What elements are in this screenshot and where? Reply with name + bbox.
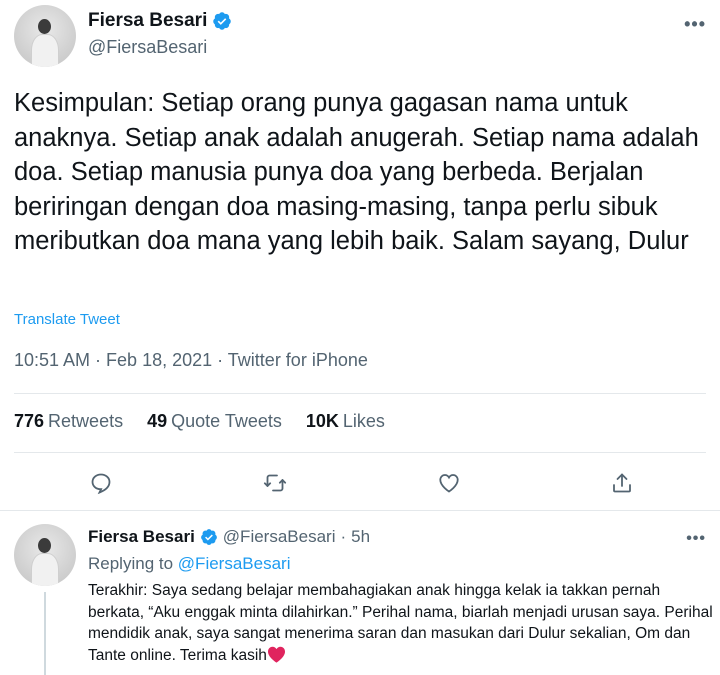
author-name[interactable]: Fiersa Besari [88,10,207,32]
replying-prefix: Replying to [88,554,174,573]
divider [14,393,706,394]
reply-author-name[interactable]: Fiersa Besari [88,527,195,547]
divider [14,452,706,453]
author-name-row: Fiersa Besari [88,10,232,32]
author-handle[interactable]: @FiersaBesari [88,37,207,58]
reply-header: Fiersa Besari @FiersaBesari · 5h [88,527,370,547]
retweets-stat[interactable]: 776 Retweets [14,411,123,432]
reply-author-avatar[interactable] [14,524,76,586]
more-options-icon[interactable]: ••• [684,14,706,35]
tweet-stats: 776 Retweets 49 Quote Tweets 10K Likes [14,411,385,432]
author-avatar[interactable] [14,5,76,67]
likes-stat[interactable]: 10K Likes [306,411,385,432]
reply-more-options-icon[interactable]: ••• [686,530,706,548]
divider [0,510,720,511]
share-icon[interactable] [607,468,637,498]
reply-text: Terakhir: Saya sedang belajar membahagia… [88,582,713,664]
quote-tweets-stat[interactable]: 49 Quote Tweets [147,411,282,432]
replying-to: Replying to @FiersaBesari [88,554,290,574]
action-bar [0,466,720,500]
retweet-icon[interactable] [260,468,290,498]
tweet-timestamp[interactable]: 10:51 AM · Feb 18, 2021 · Twitter for iP… [14,350,368,371]
reply-icon[interactable] [86,468,116,498]
tweet-text: Kesimpulan: Setiap orang punya gagasan n… [14,89,699,255]
reply-author-handle[interactable]: @FiersaBesari [223,527,336,547]
heart-icon [267,646,285,663]
thread-line [44,592,46,675]
replying-to-link[interactable]: @FiersaBesari [178,554,291,573]
reply-text-block: Terakhir: Saya sedang belajar membahagia… [88,580,713,666]
verified-badge-icon [200,529,217,545]
verified-badge-icon [213,12,232,30]
separator: · [340,527,347,546]
reply-time[interactable]: 5h [351,527,370,547]
like-icon[interactable] [434,468,464,498]
translate-tweet-link[interactable]: Translate Tweet [14,311,120,328]
